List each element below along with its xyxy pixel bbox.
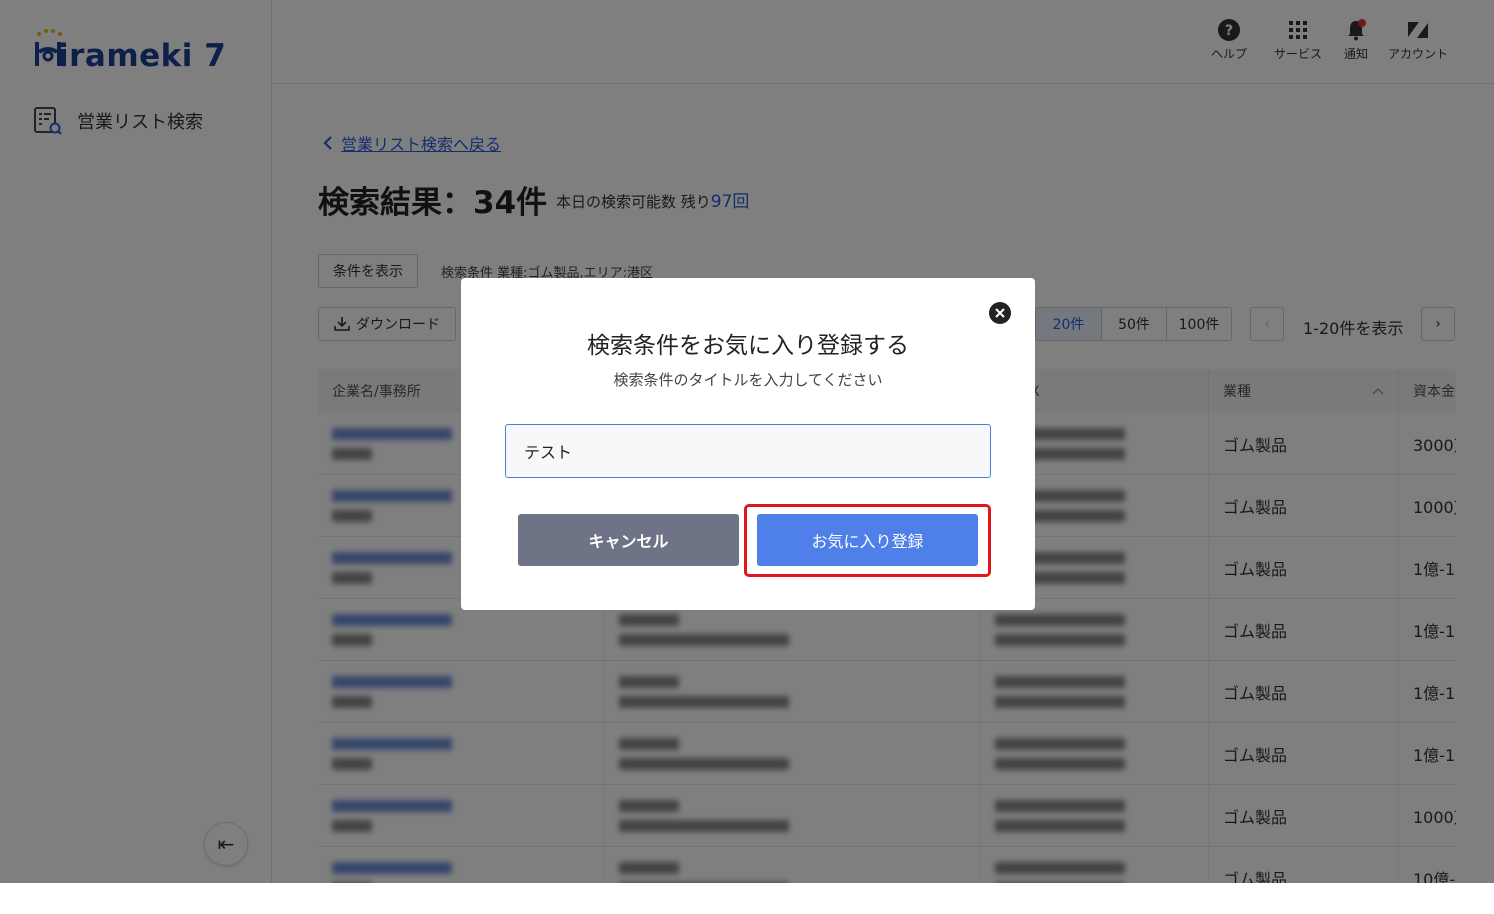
modal-subtitle: 検索条件のタイトルを入力してください: [613, 371, 883, 389]
bottom-strip: [0, 883, 1494, 914]
app-window: irameki 7 営業リスト検索 ⇤ ? ヘルプ: [0, 0, 1494, 883]
cancel-button[interactable]: キャンセル: [518, 514, 739, 566]
modal-title: 検索条件をお気に入り登録する: [587, 333, 909, 359]
close-icon: [995, 308, 1005, 318]
modal-close-button[interactable]: [989, 302, 1011, 324]
favorite-title-input[interactable]: [505, 424, 991, 478]
favorite-modal: 検索条件をお気に入り登録する 検索条件のタイトルを入力してください キャンセル …: [461, 278, 1035, 610]
register-favorite-button[interactable]: お気に入り登録: [757, 514, 978, 566]
